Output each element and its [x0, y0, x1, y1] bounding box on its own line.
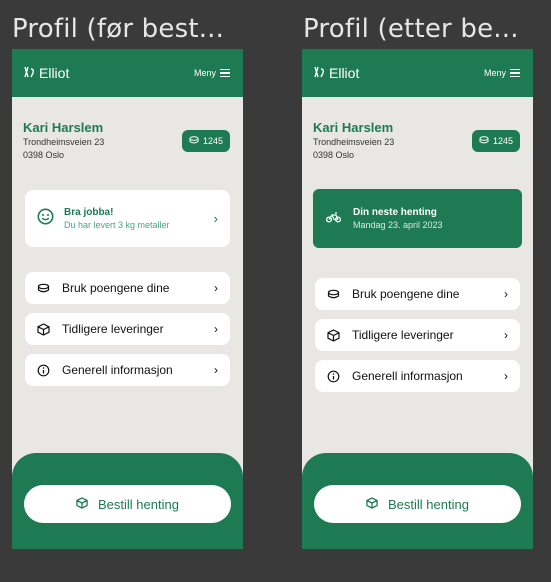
- card-subtitle: Du har levert 3 kg metaller: [64, 220, 170, 230]
- bottom-panel: Bestill henting: [302, 453, 533, 549]
- points-badge[interactable]: 1245: [471, 130, 520, 152]
- menu-item-label: Generell informasjon: [352, 369, 463, 383]
- box-icon: [366, 496, 378, 512]
- menu-item-label: Tidligere leveringer: [352, 328, 454, 342]
- menu-button[interactable]: Meny: [484, 68, 520, 78]
- points-value: 1245: [202, 136, 223, 146]
- chevron-right-icon: ›: [214, 281, 218, 295]
- chevron-right-icon: ›: [504, 328, 508, 342]
- frame-title-after: Profil (etter be...: [303, 14, 519, 44]
- chevron-right-icon: ›: [214, 322, 218, 336]
- menu-item-points[interactable]: Bruk poengene dine ›: [25, 272, 230, 304]
- phone-screen-before: Elliot Meny Kari Harslem Trondheimsveien…: [12, 49, 243, 549]
- hamburger-icon: [510, 69, 520, 77]
- app-header: Elliot Meny: [12, 49, 243, 97]
- profile-info: Kari Harslem Trondheimsveien 23 0398 Osl…: [23, 120, 232, 161]
- coins-icon: [189, 136, 199, 146]
- menu-label: Meny: [193, 68, 216, 78]
- coins-icon: [37, 282, 50, 295]
- chevron-right-icon: ›: [213, 211, 218, 226]
- order-pickup-label: Bestill henting: [98, 496, 179, 512]
- menu-label: Meny: [483, 68, 506, 78]
- phone-screen-after: Elliot Meny Kari Harslem Trondheimsveien…: [302, 49, 533, 549]
- app-header: Elliot Meny: [302, 49, 533, 97]
- recycle-logo-icon: [23, 65, 35, 82]
- menu-item-info[interactable]: Generell informasjon ›: [315, 360, 520, 392]
- brand[interactable]: Elliot: [23, 65, 69, 82]
- card-subtitle: Mandag 23. april 2023: [353, 220, 443, 230]
- menu-item-info[interactable]: Generell informasjon ›: [25, 354, 230, 386]
- points-value: 1245: [492, 136, 513, 146]
- hamburger-icon: [220, 69, 230, 77]
- chevron-right-icon: ›: [504, 287, 508, 301]
- smile-icon: [37, 208, 54, 230]
- menu-item-label: Bruk poengene dine: [352, 287, 460, 301]
- menu-item-points[interactable]: Bruk poengene dine ›: [315, 278, 520, 310]
- menu-item-label: Bruk poengene dine: [62, 281, 170, 295]
- menu-button[interactable]: Meny: [194, 68, 230, 78]
- menu-list: Bruk poengene dine › Tidligere leveringe…: [25, 272, 230, 395]
- profile-info: Kari Harslem Trondheimsveien 23 0398 Osl…: [313, 120, 522, 161]
- coins-icon: [327, 288, 340, 301]
- achievement-card[interactable]: Bra jobba! Du har levert 3 kg metaller ›: [25, 190, 230, 247]
- box-icon: [76, 496, 88, 512]
- brand-name: Elliot: [39, 65, 70, 81]
- chevron-right-icon: ›: [214, 363, 218, 377]
- card-title: Din neste henting: [353, 207, 437, 218]
- box-icon: [327, 328, 340, 342]
- menu-item-deliveries[interactable]: Tidligere leveringer ›: [315, 319, 520, 351]
- next-pickup-card[interactable]: Din neste henting Mandag 23. april 2023: [313, 189, 522, 248]
- points-badge[interactable]: 1245: [181, 130, 230, 152]
- menu-item-label: Tidligere leveringer: [62, 322, 164, 336]
- info-icon: [327, 370, 340, 383]
- brand[interactable]: Elliot: [313, 65, 359, 82]
- brand-name: Elliot: [329, 65, 360, 81]
- bottom-panel: Bestill henting: [12, 453, 243, 549]
- menu-item-label: Generell informasjon: [62, 363, 173, 377]
- order-pickup-label: Bestill henting: [388, 496, 469, 512]
- box-icon: [37, 322, 50, 336]
- chevron-right-icon: ›: [504, 369, 508, 383]
- card-title: Bra jobba!: [64, 207, 114, 218]
- recycle-logo-icon: [313, 65, 325, 82]
- menu-item-deliveries[interactable]: Tidligere leveringer ›: [25, 313, 230, 345]
- info-icon: [37, 364, 50, 377]
- order-pickup-button[interactable]: Bestill henting: [314, 485, 521, 523]
- coins-icon: [479, 136, 489, 146]
- menu-list: Bruk poengene dine › Tidligere leveringe…: [315, 278, 520, 401]
- order-pickup-button[interactable]: Bestill henting: [24, 485, 231, 523]
- bike-icon: [325, 210, 342, 228]
- frame-title-before: Profil (før best...: [12, 14, 225, 44]
